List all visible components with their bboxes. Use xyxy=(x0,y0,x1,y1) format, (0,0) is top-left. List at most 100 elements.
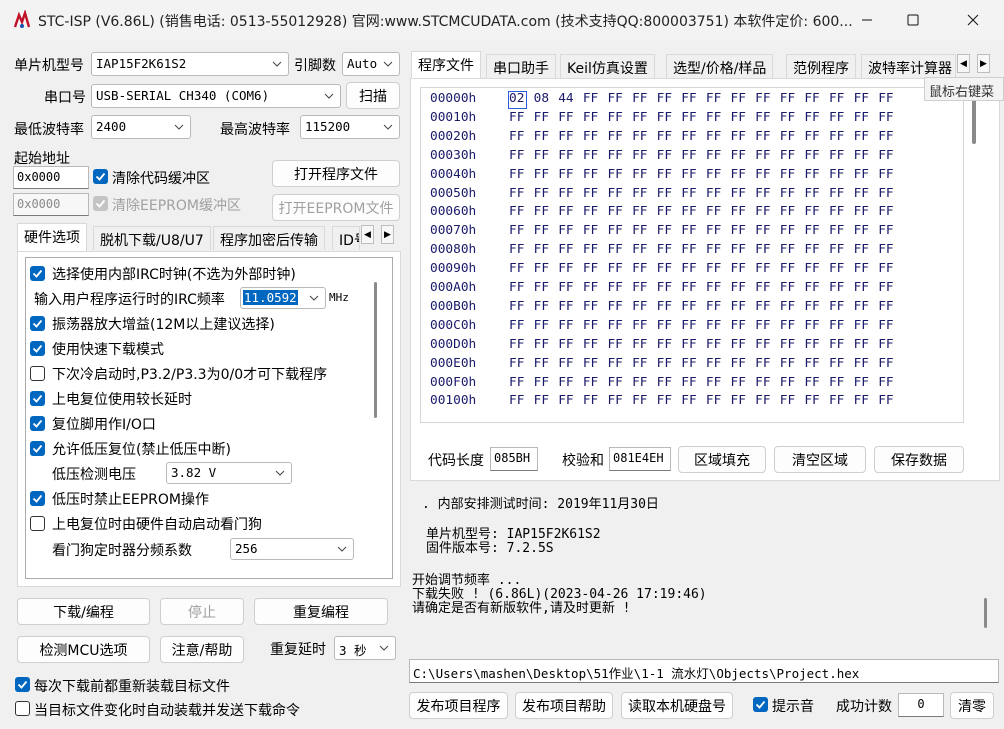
tab-scroll-left-button[interactable]: ◀ xyxy=(361,225,374,244)
tooltip: 鼠标右键菜 xyxy=(924,77,1004,101)
osc-gain-checkbox[interactable] xyxy=(30,316,45,331)
clear-area-button[interactable]: 清空区域 xyxy=(774,446,866,473)
osc-gain-label: 振荡器放大增益(12M以上建议选择) xyxy=(52,317,275,333)
tab-baud-calculator[interactable]: 波特率计算器 xyxy=(861,54,956,78)
right-tab-scroll-right-button[interactable]: ▶ xyxy=(977,54,990,73)
publish-help-button[interactable]: 发布项目帮助 xyxy=(515,692,613,719)
save-data-button[interactable]: 保存数据 xyxy=(874,446,964,473)
chevron-down-icon xyxy=(309,295,319,301)
reload-before-download-checkbox[interactable] xyxy=(15,677,30,692)
hw-watchdog-label: 上电复位时由硬件自动启动看门狗 xyxy=(52,517,262,533)
low-voltage-reset-checkbox[interactable] xyxy=(30,441,45,456)
minimize-button[interactable] xyxy=(844,0,890,40)
pin-count-select[interactable]: Auto xyxy=(342,52,400,76)
wdt-prescaler-select[interactable]: 256 xyxy=(230,538,354,560)
mcu-type-select[interactable]: IAP15F2K61S2 xyxy=(91,52,289,76)
chevron-down-icon xyxy=(383,61,393,67)
hex-bytes: FF FF FF FF FF FF FF FF FF FF FF FF FF F… xyxy=(509,204,894,220)
right-tab-scroll-left-button[interactable]: ◀ xyxy=(957,54,970,73)
options-scrollbar[interactable] xyxy=(374,282,377,418)
arrow-left-icon: ◀ xyxy=(364,229,371,240)
tab-hardware-options[interactable]: 硬件选项 xyxy=(17,223,87,253)
hex-bytes: FF FF FF FF FF FF FF FF FF FF FF FF FF F… xyxy=(509,393,894,409)
hex-address: 00070h xyxy=(430,223,477,239)
tab-examples[interactable]: 范例程序 xyxy=(786,54,856,78)
start-address-label: 起始地址 xyxy=(14,151,70,167)
scan-button[interactable]: 扫描 xyxy=(346,82,400,109)
fast-download-checkbox[interactable] xyxy=(30,341,45,356)
hex-address: 00000h xyxy=(430,91,477,106)
reset-count-button[interactable]: 清零 xyxy=(950,692,994,719)
tab-keil-debug[interactable]: Keil仿真设置 xyxy=(560,54,655,78)
irc-frequency-label: 输入用户程序运行时的IRC频率 xyxy=(34,292,225,308)
arrow-left-icon: ◀ xyxy=(960,58,967,69)
download-program-button[interactable]: 下载/编程 xyxy=(17,598,150,625)
long-reset-delay-checkbox[interactable] xyxy=(30,391,45,406)
auto-reload-checkbox[interactable] xyxy=(15,701,30,716)
repeat-program-button[interactable]: 重复编程 xyxy=(254,598,388,625)
low-voltage-threshold-select[interactable]: 3.82 V xyxy=(166,462,292,484)
hex-bytes: FF FF FF FF FF FF FF FF FF FF FF FF FF F… xyxy=(509,166,894,182)
maximize-button[interactable] xyxy=(890,0,936,40)
code-address-input[interactable]: 0x0000 xyxy=(13,166,89,189)
tab-selection-price[interactable]: 选型/价格/样品 xyxy=(666,54,774,78)
check-icon xyxy=(32,319,43,328)
max-baud-label: 最高波特率 xyxy=(220,122,290,138)
log-scrollbar[interactable] xyxy=(984,598,987,628)
irc-unit-label: MHz xyxy=(329,291,349,304)
fill-area-button[interactable]: 区域填充 xyxy=(678,446,766,473)
min-baud-select[interactable]: 2400 xyxy=(91,115,191,139)
help-button[interactable]: 注意/帮助 xyxy=(160,636,244,663)
arrow-right-icon: ▶ xyxy=(384,229,391,240)
hw-watchdog-checkbox[interactable] xyxy=(30,516,45,531)
hardware-options-panel: 选择使用内部IRC时钟(不选为外部时钟) 输入用户程序运行时的IRC频率 11.… xyxy=(25,257,393,579)
hex-view[interactable]: 00000h 02 08 44 FF FF FF FF FF FF FF FF F… xyxy=(420,87,964,423)
low-voltage-reset-label: 允许低压复位(禁止低压中断) xyxy=(52,442,231,458)
cold-start-label: 下次冷启动时,P3.2/P3.3为0/0才可下载程序 xyxy=(52,367,328,383)
tab-offline-download[interactable]: 脱机下载/U8/U7 xyxy=(93,226,211,250)
tab-scroll-right-button[interactable]: ▶ xyxy=(381,225,394,244)
lv-disable-eeprom-checkbox[interactable] xyxy=(30,491,45,506)
close-icon xyxy=(967,14,979,26)
code-length-value: 085BH xyxy=(490,447,538,471)
close-button[interactable] xyxy=(950,0,996,40)
max-baud-select[interactable]: 115200 xyxy=(300,115,400,139)
tab-encrypted-transfer[interactable]: 程序加密后传输 xyxy=(213,226,325,250)
port-select[interactable]: USB-SERIAL CH340 (COM6) xyxy=(91,84,341,108)
hex-bytes: FF FF FF FF FF FF FF FF FF FF FF FF FF F… xyxy=(509,280,894,295)
publish-program-button[interactable]: 发布项目程序 xyxy=(409,692,508,719)
cold-start-checkbox[interactable] xyxy=(30,366,45,381)
open-eeprom-file-button: 打开EEPROM文件 xyxy=(272,194,400,221)
reset-pin-io-checkbox[interactable] xyxy=(30,416,45,431)
tab-program-file[interactable]: 程序文件 xyxy=(411,51,481,79)
checksum-value: 081E4EH xyxy=(609,447,671,471)
tab-serial-assistant[interactable]: 串口助手 xyxy=(486,54,556,78)
repeat-delay-select[interactable]: 3 秒 xyxy=(334,636,396,660)
hex-bytes: FF FF FF FF FF FF FF FF FF FF FF FF FF F… xyxy=(509,261,894,277)
lv-disable-eeprom-label: 低压时禁止EEPROM操作 xyxy=(52,492,209,508)
hex-address: 000A0h xyxy=(430,280,477,295)
low-voltage-threshold-value: 3.82 V xyxy=(171,465,217,480)
internal-irc-checkbox[interactable] xyxy=(30,266,45,281)
open-program-file-button[interactable]: 打开程序文件 xyxy=(272,160,400,187)
detect-mcu-button[interactable]: 检测MCU选项 xyxy=(17,636,150,663)
hex-address: 000D0h xyxy=(430,336,477,352)
hex-address: 00020h xyxy=(430,128,477,144)
check-icon xyxy=(32,494,43,503)
maximize-icon xyxy=(907,14,919,26)
pin-count-label: 引脚数 xyxy=(294,58,336,74)
clear-eeprom-label: 清除EEPROM缓冲区 xyxy=(112,198,241,214)
check-icon xyxy=(17,680,28,689)
min-baud-value: 2400 xyxy=(96,119,127,134)
clear-code-checkbox[interactable] xyxy=(93,169,108,184)
min-baud-label: 最低波特率 xyxy=(14,122,84,138)
tab-id-number[interactable]: ID号 xyxy=(332,226,360,250)
irc-frequency-select[interactable]: 11.0592 xyxy=(240,287,326,309)
read-disk-id-button[interactable]: 读取本机硬盘号 xyxy=(621,692,733,719)
chevron-down-icon xyxy=(275,470,285,476)
sound-checkbox[interactable] xyxy=(753,697,768,712)
window-title: STC-ISP (V6.86L) (销售电话: 0513-55012928) 官… xyxy=(38,14,853,30)
chevron-down-icon xyxy=(174,124,184,130)
port-label: 串口号 xyxy=(44,90,86,106)
low-voltage-threshold-label: 低压检测电压 xyxy=(52,467,136,483)
